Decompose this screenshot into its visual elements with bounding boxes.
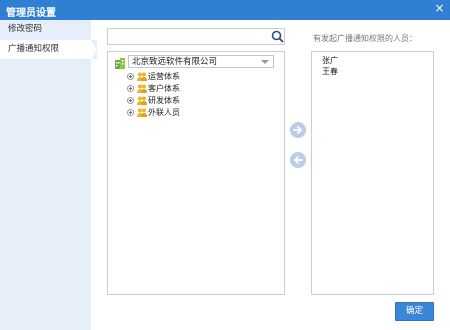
recipient-item[interactable]: 王春 (322, 67, 338, 77)
chevron-down-icon (261, 60, 269, 64)
tree-node-label: 客户体系 (148, 84, 180, 93)
org-select-value: 北京致远软件有限公司 (132, 57, 218, 67)
close-button[interactable]: × (429, 0, 450, 17)
arrow-left-icon (294, 156, 303, 164)
sidebar-item-change-password[interactable]: 修改密码 (0, 20, 91, 39)
tree-node-label: 研发体系 (148, 96, 180, 105)
search-input[interactable] (110, 30, 260, 43)
ok-button[interactable]: 确定 (395, 302, 434, 321)
recipients-panel: 张广 王春 (311, 51, 434, 295)
tree-node-label: 外联人员 (148, 108, 180, 117)
sidebar-item-label: 修改密码 (8, 24, 43, 34)
sidebar-item-broadcast-permission[interactable]: 广播通知权限 (0, 40, 97, 59)
group-icon (137, 96, 147, 105)
tree-node-label: 运营体系 (148, 72, 180, 81)
building-icon (115, 58, 125, 69)
sidebar-item-label: 广播通知权限 (8, 44, 60, 54)
search-icon[interactable] (271, 30, 284, 43)
recipient-item[interactable]: 张广 (322, 56, 338, 66)
remove-from-recipients-button[interactable] (290, 152, 306, 168)
group-icon (137, 72, 147, 81)
window-title: 管理员设置 (6, 8, 56, 19)
group-icon (137, 84, 147, 93)
title-bar: 管理员设置 (0, 0, 450, 20)
org-select[interactable]: 北京致远软件有限公司 (128, 55, 274, 68)
expand-icon[interactable] (127, 73, 134, 80)
close-icon: × (434, 1, 445, 15)
group-icon (137, 108, 147, 117)
arrow-right-icon (293, 126, 302, 134)
expand-icon[interactable] (127, 109, 134, 116)
add-to-recipients-button[interactable] (290, 122, 306, 138)
sidebar: 修改密码 广播通知权限 (0, 20, 97, 330)
recipients-title: 有发起广播通知权限的人员： (313, 34, 417, 43)
expand-icon[interactable] (127, 97, 134, 104)
search-box (107, 28, 285, 45)
expand-icon[interactable] (127, 85, 134, 92)
org-tree-panel: 北京致远软件有限公司 运营体系 客户体系 研发体系 外联人员 (107, 51, 285, 295)
